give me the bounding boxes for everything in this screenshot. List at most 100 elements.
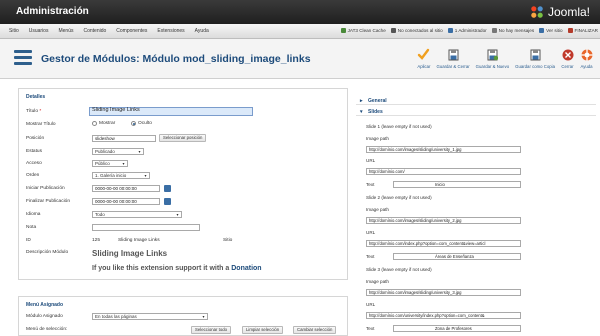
- menu-item-menus[interactable]: Menús: [53, 28, 78, 34]
- main-menu: Sitio Usuarios Menús Contenido Component…: [4, 28, 214, 34]
- save-icon: [447, 48, 460, 61]
- chevron-down-icon: ▾: [202, 314, 205, 319]
- check-icon: [417, 48, 430, 61]
- admin-title: Administración: [16, 6, 89, 17]
- module-manager-icon: [14, 50, 32, 66]
- status-clean-cache[interactable]: JAT3 Clean Cache: [340, 28, 386, 33]
- select-all-button[interactable]: Seleccionar todo: [191, 326, 232, 334]
- status-messages[interactable]: No hay mensajes: [491, 28, 534, 33]
- toggle-selection-button[interactable]: Cambiar selección: [293, 326, 337, 334]
- status-logout[interactable]: FINALIZAR: [567, 28, 598, 33]
- publish-up-input[interactable]: 0000-00-00 00:00:00: [92, 185, 160, 192]
- slide2-url-label: URL: [366, 230, 376, 235]
- client-site: Sitio: [223, 238, 233, 243]
- status-select[interactable]: Publicado ▾: [92, 148, 144, 155]
- toolbar-buttons: Aplicar Guardar & Cerrar Guardar & Nuevo…: [414, 48, 596, 69]
- id-label: ID: [26, 238, 31, 243]
- language-select[interactable]: Todo ▾: [92, 211, 182, 218]
- slide2-text-input[interactable]: Áreas de Enseñanza: [393, 253, 521, 260]
- clear-selection-button[interactable]: Limpiar selección: [242, 326, 284, 334]
- description-title: Sliding Image Links: [92, 249, 168, 258]
- status-site-visitors: No conectados al sitio: [390, 28, 443, 33]
- access-label: Acceso: [26, 161, 42, 166]
- joomla-logo-text: Joomla!: [547, 5, 590, 19]
- slide1-url-input[interactable]: http://domínio.com/: [366, 168, 521, 175]
- general-options-toggle[interactable]: General: [356, 97, 596, 105]
- slide3-image-path-input[interactable]: http://domínio.com/images/sliding/univer…: [366, 289, 521, 296]
- show-title-radio-hide[interactable]: Oculto: [131, 121, 152, 126]
- menu-item-extensiones[interactable]: Extensiones: [152, 28, 189, 34]
- save-new-button[interactable]: Guardar & Nuevo: [473, 48, 512, 69]
- module-toolbar: Gestor de Módulos: Módulo mod_sliding_im…: [0, 39, 600, 79]
- slide2-url-input[interactable]: http://domínio.com/index.php?option=com_…: [366, 240, 521, 247]
- show-title-radio-show[interactable]: Mostrar: [92, 121, 115, 126]
- status-bar: JAT3 Clean Cache No conectados al sitio …: [340, 28, 598, 33]
- select-position-button[interactable]: Seleccionar posición: [159, 134, 207, 142]
- status-view-site[interactable]: Ver sitio: [539, 28, 563, 33]
- slide2-image-path-input[interactable]: http://domínio.com/images/sliding/univer…: [366, 217, 521, 224]
- slide1-text-label: Text: [366, 182, 375, 187]
- menu-assignment-legend: Menú Asignado: [26, 302, 64, 308]
- title-input[interactable]: Sliding Image Links: [89, 107, 253, 116]
- slide1-url-label: URL: [366, 158, 376, 163]
- joomla-logo-icon: [531, 6, 543, 18]
- save-close-button[interactable]: Guardar & Cerrar: [433, 48, 472, 69]
- mail-icon: [491, 28, 497, 33]
- access-select[interactable]: Público ▾: [92, 160, 128, 167]
- save-copy-icon: [529, 48, 542, 61]
- order-select[interactable]: 1. Galería inicio ▾: [92, 172, 150, 179]
- chevron-down-icon: ▾: [176, 212, 179, 217]
- help-button[interactable]: Ayuda: [577, 48, 596, 69]
- module-assignment-label: Módulo Asignado: [26, 314, 63, 319]
- slides-options-toggle[interactable]: Slides: [356, 108, 596, 116]
- slide3-url-label: URL: [366, 302, 376, 307]
- menu-item-usuarios[interactable]: Usuarios: [24, 28, 54, 34]
- description-label: Descripción Módulo: [26, 250, 69, 255]
- calendar-icon[interactable]: [164, 185, 171, 192]
- slide2-image-path-label: Image path: [366, 207, 389, 212]
- note-input[interactable]: [92, 224, 200, 231]
- publish-up-label: Iniciar Publicación: [26, 186, 65, 191]
- slide3-text-label: Text: [366, 326, 375, 331]
- apply-button[interactable]: Aplicar: [414, 48, 433, 69]
- slide1-image-path-label: Image path: [366, 136, 389, 141]
- save-copy-button[interactable]: Guardar como Copia: [512, 48, 558, 69]
- donation-link[interactable]: Donation: [231, 265, 261, 272]
- slide1-title: Slide 1 (leave empty if not used): [366, 124, 432, 129]
- details-legend: Detalles: [26, 94, 46, 100]
- close-button[interactable]: Cerrar: [558, 48, 577, 69]
- calendar-icon[interactable]: [164, 198, 171, 205]
- module-assignment-select[interactable]: En todas las páginas ▾: [92, 313, 208, 320]
- joomla-logo[interactable]: Joomla!: [529, 3, 590, 21]
- note-label: Nota: [26, 225, 37, 230]
- admin-icon: [447, 28, 453, 33]
- menu-item-sitio[interactable]: Sitio: [4, 28, 24, 34]
- chevron-down-icon: ▾: [122, 161, 125, 166]
- cache-icon: [340, 28, 346, 33]
- slide1-text-input[interactable]: Inicio: [393, 181, 521, 188]
- options-accordion: General Slides Slide 1 (leave empty if n…: [356, 97, 596, 336]
- main-menu-bar: Sitio Usuarios Menús Contenido Component…: [0, 24, 600, 39]
- slide3-text-input[interactable]: Zona de Profesores: [393, 325, 521, 332]
- slide2-text-label: Text: [366, 254, 375, 259]
- slide1-image-path-input[interactable]: http://domínio.com/images/sliding/univer…: [366, 146, 521, 153]
- menu-item-ayuda[interactable]: Ayuda: [190, 28, 214, 34]
- menu-item-contenido[interactable]: Contenido: [78, 28, 111, 34]
- position-input[interactable]: slideshow: [92, 135, 156, 142]
- id-value: 125: [92, 238, 101, 243]
- view-site-icon: [539, 28, 545, 33]
- publish-down-label: Finalizar Publicación: [26, 199, 70, 204]
- chevron-down-icon: ▾: [138, 149, 141, 154]
- order-label: Orden: [26, 173, 40, 178]
- close-icon: [561, 48, 574, 61]
- status-label: Estatus: [26, 149, 42, 154]
- show-title-label: Mostrar Título: [26, 122, 56, 127]
- description-support: If you like this extension support it wi…: [92, 265, 262, 272]
- users-icon: [390, 28, 396, 33]
- publish-down-input[interactable]: 0000-00-00 00:00:00: [92, 198, 160, 205]
- slide3-url-input[interactable]: http://domínio.com/university/index.php?…: [366, 312, 521, 319]
- slide2-title: Slide 2 (leave empty if not used): [366, 195, 432, 200]
- menu-item-componentes[interactable]: Componentes: [111, 28, 152, 34]
- language-label: Idioma: [26, 212, 41, 217]
- save-new-icon: [486, 48, 499, 61]
